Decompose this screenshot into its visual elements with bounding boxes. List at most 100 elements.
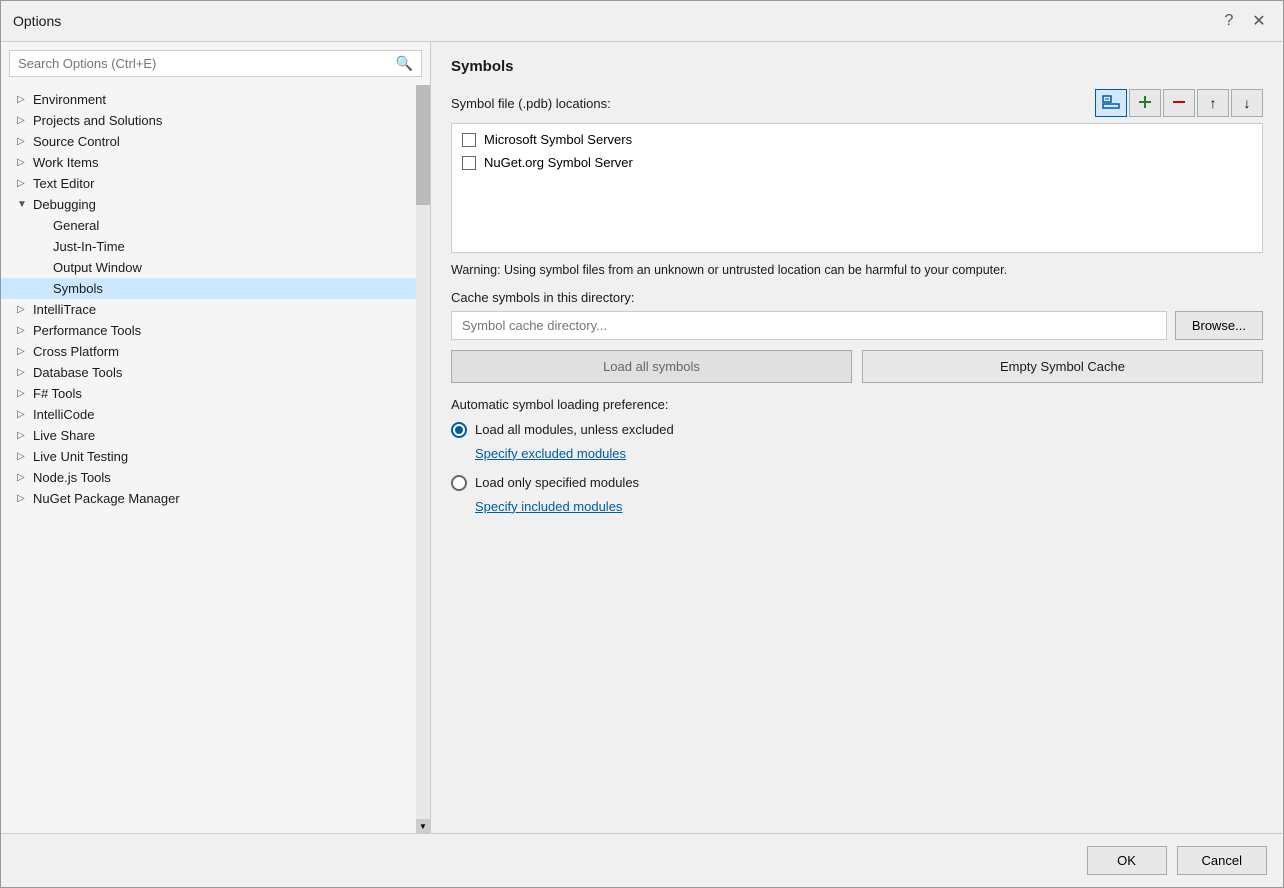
tree-item-performance-tools[interactable]: ▷ Performance Tools [1,320,416,341]
title-buttons: ? ✕ [1217,9,1271,33]
tree-item-label: Symbols [53,281,103,296]
scroll-thumb[interactable] [416,85,430,205]
empty-symbol-cache-button[interactable]: Empty Symbol Cache [862,350,1263,383]
tree-item-label: IntelliCode [33,407,94,422]
arrow-icon: ▷ [17,493,29,504]
auto-pref-label: Automatic symbol loading preference: [451,397,1263,412]
tree-item-label: Work Items [33,155,99,170]
tree-item-label: Cross Platform [33,344,119,359]
tree-item-label: NuGet Package Manager [33,491,180,506]
tree-item-label: Environment [33,92,106,107]
arrow-icon: ▷ [17,430,29,441]
tree-item-label: Debugging [33,197,96,212]
tree-item-environment[interactable]: ▷ Environment [1,89,416,110]
tree-item-cross-platform[interactable]: ▷ Cross Platform [1,341,416,362]
tree-item-debugging[interactable]: ▼ Debugging [1,194,416,215]
left-panel: 🔍 ▲ ▼ ▷ Environment ▷ [1,42,431,833]
tree-item-source-control[interactable]: ▷ Source Control [1,131,416,152]
scroll-down-arrow[interactable]: ▼ [416,819,430,833]
help-button[interactable]: ? [1217,9,1241,33]
tree-item-symbols[interactable]: Symbols [1,278,416,299]
cancel-button[interactable]: Cancel [1177,846,1267,875]
close-button[interactable]: ✕ [1247,9,1271,33]
search-button[interactable]: 🔍 [388,51,421,76]
radio-load-all-label: Load all modules, unless excluded [475,422,674,437]
tree-item-label: F# Tools [33,386,82,401]
radio-load-all[interactable] [451,422,467,438]
symbol-server-item-nuget: NuGet.org Symbol Server [456,151,1258,174]
ok-button[interactable]: OK [1087,846,1167,875]
specify-included-link[interactable]: Specify included modules [475,499,1263,514]
tree-item-nuget-package-manager[interactable]: ▷ NuGet Package Manager [1,488,416,509]
radio-load-specified[interactable] [451,475,467,491]
tree-item-nodejs-tools[interactable]: ▷ Node.js Tools [1,467,416,488]
tree-item-label: Just-In-Time [53,239,125,254]
tree-list: ▷ Environment ▷ Projects and Solutions ▷… [1,85,416,513]
radio-load-specified-label: Load only specified modules [475,475,639,490]
radio-group: Load all modules, unless excluded Specif… [451,422,1263,522]
folder-list-icon [1102,93,1120,114]
move-up-button[interactable]: ↑ [1197,89,1229,117]
tree-item-live-share[interactable]: ▷ Live Share [1,425,416,446]
folder-list-button[interactable] [1095,89,1127,117]
search-box: 🔍 [9,50,422,77]
tree-item-database-tools[interactable]: ▷ Database Tools [1,362,416,383]
tree-item-label: Node.js Tools [33,470,111,485]
nuget-server-label: NuGet.org Symbol Server [484,155,633,170]
arrow-icon: ▷ [17,367,29,378]
microsoft-server-checkbox[interactable] [462,133,476,147]
tree-item-live-unit-testing[interactable]: ▷ Live Unit Testing [1,446,416,467]
radio-item-load-specified: Load only specified modules [451,475,1263,491]
arrow-icon: ▷ [17,346,29,357]
arrow-icon: ▷ [17,94,29,105]
move-down-icon: ↓ [1244,95,1251,111]
arrow-icon: ▷ [17,115,29,126]
tree-item-label: General [53,218,99,233]
symbol-list-box: Microsoft Symbol Servers NuGet.org Symbo… [451,123,1263,253]
arrow-icon: ▷ [17,157,29,168]
locations-header: Symbol file (.pdb) locations: [451,89,1263,117]
tree-item-projects-solutions[interactable]: ▷ Projects and Solutions [1,110,416,131]
tree-item-text-editor[interactable]: ▷ Text Editor [1,173,416,194]
cache-directory-input[interactable] [451,311,1167,340]
tree-item-label: IntelliTrace [33,302,96,317]
tree-item-output-window[interactable]: Output Window [1,257,416,278]
tree-item-label: Live Unit Testing [33,449,128,464]
locations-label: Symbol file (.pdb) locations: [451,96,611,111]
tree-item-fsharp-tools[interactable]: ▷ F# Tools [1,383,416,404]
search-icon: 🔍 [396,55,413,71]
tree-item-label: Source Control [33,134,120,149]
search-input[interactable] [10,51,388,76]
arrow-icon: ▷ [17,388,29,399]
tree-item-label: Live Share [33,428,95,443]
arrow-icon: ▷ [17,409,29,420]
load-all-symbols-button[interactable]: Load all symbols [451,350,852,383]
add-button[interactable] [1129,89,1161,117]
arrow-icon: ▷ [17,178,29,189]
tree-item-label: Performance Tools [33,323,141,338]
tree-item-just-in-time[interactable]: Just-In-Time [1,236,416,257]
tree-item-intellitrace[interactable]: ▷ IntelliTrace [1,299,416,320]
cache-label: Cache symbols in this directory: [451,290,1263,305]
options-dialog: Options ? ✕ 🔍 ▲ ▼ [0,0,1284,888]
tree-item-label: Output Window [53,260,142,275]
warning-text: Warning: Using symbol files from an unkn… [451,261,1263,280]
action-row: Load all symbols Empty Symbol Cache [451,350,1263,383]
tree-item-label: Text Editor [33,176,94,191]
symbol-server-item-microsoft: Microsoft Symbol Servers [456,128,1258,151]
arrow-icon: ▷ [17,136,29,147]
scrollbar-track: ▲ ▼ [416,85,430,833]
arrow-icon: ▷ [17,304,29,315]
browse-button[interactable]: Browse... [1175,311,1263,340]
bottom-bar: OK Cancel [1,833,1283,887]
tree-item-intellicode[interactable]: ▷ IntelliCode [1,404,416,425]
dialog-body: 🔍 ▲ ▼ ▷ Environment ▷ [1,42,1283,833]
arrow-icon: ▷ [17,325,29,336]
specify-excluded-link[interactable]: Specify excluded modules [475,446,1263,461]
tree-item-work-items[interactable]: ▷ Work Items [1,152,416,173]
tree-item-general[interactable]: General [1,215,416,236]
dialog-title: Options [13,13,61,29]
nuget-server-checkbox[interactable] [462,156,476,170]
move-down-button[interactable]: ↓ [1231,89,1263,117]
remove-button[interactable] [1163,89,1195,117]
